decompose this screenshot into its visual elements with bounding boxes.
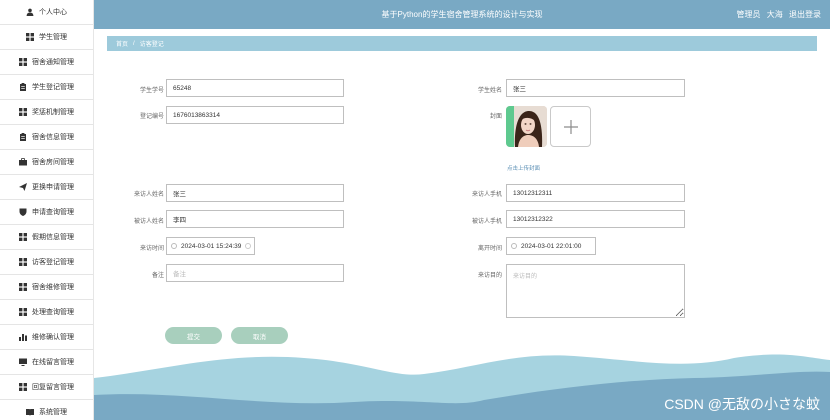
sidebar-item-label: 申请查询管理 (32, 209, 74, 216)
sidebar-item-9[interactable]: 假期信息管理 (0, 225, 93, 250)
sidebar-item-label: 维修确认管理 (32, 334, 74, 341)
sidebar-item-3[interactable]: 学生登记管理 (0, 75, 93, 100)
visitee-phone-input[interactable]: 13012312322 (506, 210, 685, 228)
sidebar-item-label: 假期信息管理 (32, 234, 74, 241)
sidebar: 个人中心学生管理宿舍通知管理 学生登记管理 奖惩机制管理 宿舍信息管理 宿舍房间管理 更换… (0, 0, 94, 420)
sidebar-item-16[interactable]: 系统管理 (0, 400, 93, 420)
sidebar-item-6[interactable]: 宿舍房间管理 (0, 150, 93, 175)
sidebar-item-10[interactable]: 访客登记管理 (0, 250, 93, 275)
user-info: 管理员 大海 退出登录 (733, 9, 821, 20)
visitor-name-input[interactable]: 张三 (166, 184, 344, 202)
purpose-label: 来访目的 (477, 273, 502, 279)
sidebar-item-label: 宿舍通知管理 (32, 59, 74, 66)
purpose-textarea[interactable] (506, 264, 685, 318)
visitee-name-label: 被访人姓名 (133, 219, 164, 225)
send-icon (19, 183, 27, 191)
visitee-name-input[interactable]: 李四 (166, 210, 344, 228)
sidebar-item-label: 宿舍维修管理 (32, 284, 74, 291)
sidebar-item-label: 宿舍信息管理 (32, 134, 74, 141)
sidebar-item-13[interactable]: 维修确认管理 (0, 325, 93, 350)
visitee-phone-label: 被访人手机 (471, 219, 502, 225)
briefcase-icon (19, 158, 27, 166)
breadcrumb-separator: / (133, 40, 135, 47)
visitor-phone-input[interactable]: 13012312311 (506, 184, 685, 202)
sidebar-item-label: 在线留言管理 (32, 359, 74, 366)
visitor-phone-label: 来访人手机 (471, 192, 502, 198)
logout-link[interactable]: 退出登录 (789, 10, 821, 19)
sidebar-item-15[interactable]: 回复留言管理 (0, 375, 93, 400)
sidebar-item-label: 学生管理 (39, 34, 67, 41)
reg-no-label: 登记编号 (139, 114, 164, 120)
app-title: 基于Python的学生宿舍管理系统的设计与实现 (381, 10, 543, 19)
student-name-label: 学生姓名 (477, 88, 502, 94)
user-name: 大海 (766, 10, 783, 19)
sidebar-item-8[interactable]: 申请查询管理 (0, 200, 93, 225)
leave-time-picker[interactable]: 2024-03-01 22:01:00 (506, 237, 596, 255)
sidebar-item-label: 学生登记管理 (32, 84, 74, 91)
breadcrumb: 首页 / 访客登记 (107, 36, 817, 51)
grid-icon (26, 33, 34, 41)
header: 基于Python的学生宿舍管理系统的设计与实现 管理员 大海 退出登录 (94, 0, 830, 29)
sidebar-item-label: 宿舍房间管理 (32, 159, 74, 166)
sidebar-item-11[interactable]: 宿舍维修管理 (0, 275, 93, 300)
upload-hint[interactable]: 点击上传封面 (507, 164, 540, 172)
breadcrumb-current: 访客登记 (139, 42, 164, 48)
student-no-label: 学生学号 (139, 88, 164, 94)
clock-icon (171, 243, 177, 249)
grid-icon (19, 283, 27, 291)
upload-cover-button[interactable] (550, 106, 591, 147)
sidebar-item-12[interactable]: 处理查询管理 (0, 300, 93, 325)
leave-time-value: 2024-03-01 22:01:00 (521, 242, 582, 250)
sidebar-item-7[interactable]: 更换申请管理 (0, 175, 93, 200)
grid-icon (19, 58, 27, 66)
cancel-button[interactable]: 取消 (231, 327, 288, 344)
sidebar-item-label: 访客登记管理 (32, 259, 74, 266)
cover-image (506, 106, 547, 147)
watermark: CSDN @无敌の小さな蚊 (664, 396, 820, 412)
clipboard-icon (19, 133, 27, 141)
sidebar-item-label: 个人中心 (39, 9, 67, 16)
sidebar-item-1[interactable]: 学生管理 (0, 25, 93, 50)
visitor-name-label: 来访人姓名 (133, 192, 164, 198)
book-icon (26, 408, 34, 416)
student-no-input[interactable]: 65248 (166, 79, 344, 97)
clipboard-icon (19, 83, 27, 91)
remark-label: 备注 (151, 273, 164, 279)
grid-icon (19, 258, 27, 266)
grid-icon (19, 383, 27, 391)
shield-icon (19, 208, 27, 216)
submit-button[interactable]: 提交 (165, 327, 222, 344)
sidebar-item-4[interactable]: 奖惩机制管理 (0, 100, 93, 125)
sidebar-item-2[interactable]: 宿舍通知管理 (0, 50, 93, 75)
sidebar-item-14[interactable]: 在线留言管理 (0, 350, 93, 375)
sidebar-item-label: 系统管理 (39, 409, 67, 416)
sidebar-item-label: 处理查询管理 (32, 309, 74, 316)
user-role: 管理员 (736, 10, 761, 19)
sidebar-item-0[interactable]: 个人中心 (0, 0, 93, 25)
grid-icon (19, 108, 27, 116)
grid-icon (19, 233, 27, 241)
monitor-icon (19, 358, 27, 366)
student-name-input[interactable]: 张三 (506, 79, 685, 97)
plus-icon (563, 119, 578, 134)
reg-no-input[interactable]: 1676013863314 (166, 106, 344, 124)
remark-input[interactable]: 备注 (166, 264, 344, 282)
sidebar-item-5[interactable]: 宿舍信息管理 (0, 125, 93, 150)
sidebar-item-label: 奖惩机制管理 (32, 109, 74, 116)
visit-time-label: 来访时间 (139, 246, 164, 252)
cover-label: 封面 (489, 114, 502, 120)
visit-time-picker[interactable]: 2024-03-01 15:24:39 (166, 237, 255, 255)
clock-icon (511, 243, 517, 249)
leave-time-label: 离开时间 (477, 246, 502, 252)
clear-icon[interactable] (245, 243, 251, 249)
user-icon (26, 8, 34, 16)
sidebar-item-label: 更换申请管理 (32, 184, 74, 191)
bar-chart-icon (19, 333, 27, 341)
sidebar-item-label: 回复留言管理 (32, 384, 74, 391)
visit-time-value: 2024-03-01 15:24:39 (181, 242, 242, 250)
breadcrumb-home[interactable]: 首页 (116, 39, 128, 48)
grid-icon (19, 308, 27, 316)
